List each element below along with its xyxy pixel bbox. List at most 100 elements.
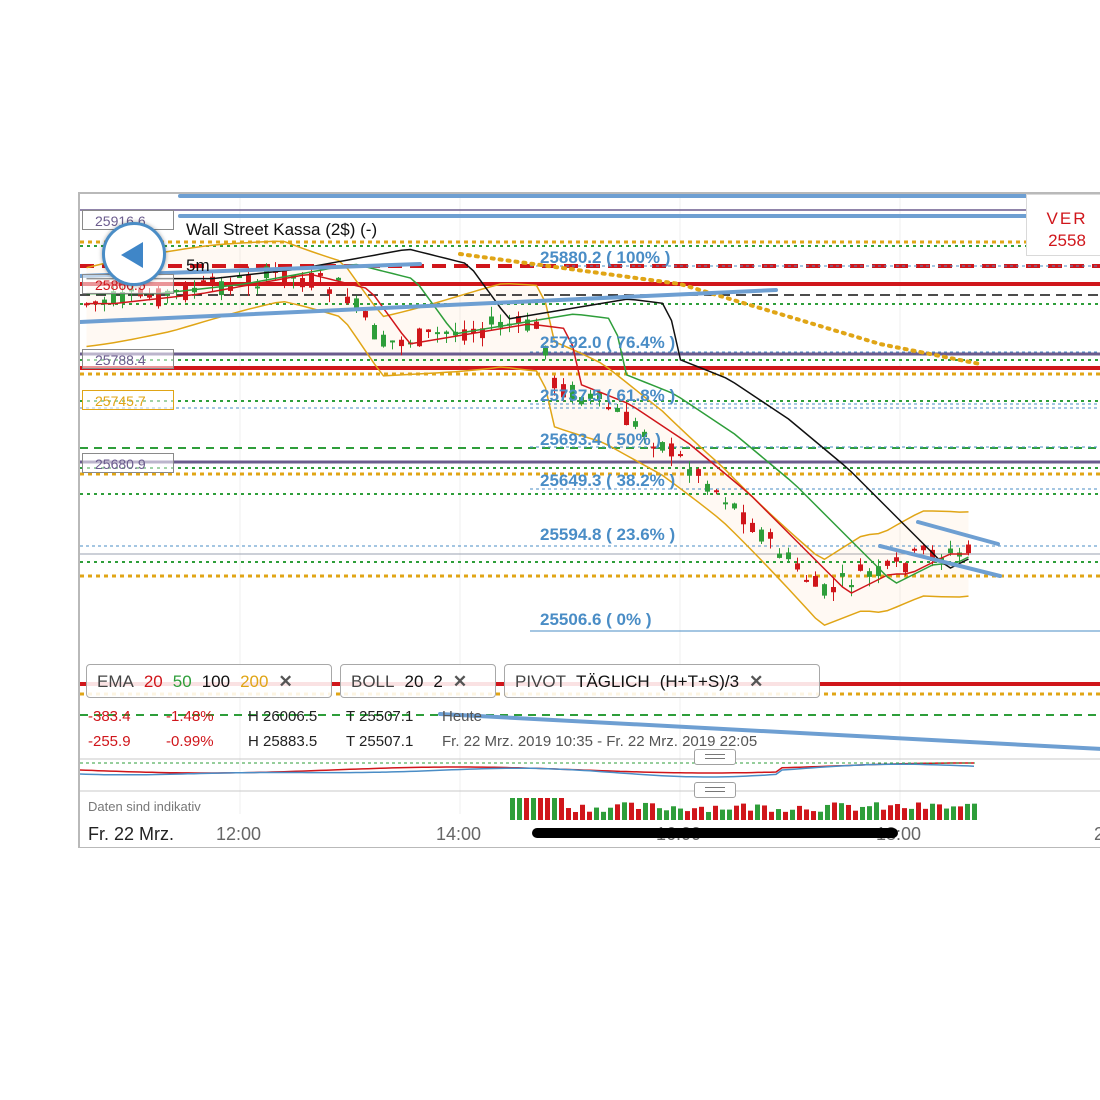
candle-body — [741, 512, 746, 524]
interval-label[interactable]: 5m — [186, 256, 210, 276]
volume-bar — [692, 808, 697, 820]
signal-line — [80, 764, 974, 777]
volume-bar — [790, 810, 795, 820]
pivot-mode: TÄGLICH — [576, 672, 650, 691]
volume-bar — [839, 803, 844, 820]
candle-body — [777, 554, 782, 558]
volume-bar — [888, 805, 893, 820]
volume-bar — [762, 805, 767, 820]
candle-body — [723, 502, 728, 504]
chart-frame[interactable]: 25916.6 25866.5 25788.4 25745.7 25680.9 … — [78, 192, 1100, 848]
candle-body — [849, 585, 854, 587]
fib-label-76: 25792.0 ( 76.4% ) — [540, 333, 675, 353]
ema-close-icon[interactable]: ✕ — [278, 672, 292, 691]
volume-bar — [580, 805, 585, 820]
candle-body — [201, 280, 206, 282]
volume-bar — [622, 802, 627, 820]
volume-bar — [713, 806, 718, 820]
fib-label-61: 25737.5 ( 61.8% ) — [540, 386, 675, 406]
volume-resize-handle[interactable] — [694, 782, 736, 798]
volume-bar — [902, 808, 907, 820]
back-button[interactable] — [102, 222, 166, 286]
candle-body — [381, 335, 386, 347]
volume-bar — [545, 798, 550, 820]
volume-bar — [671, 806, 676, 820]
pivot-formula: (H+T+S)/3 — [660, 672, 739, 691]
volume-bar — [594, 808, 599, 820]
volume-bar — [923, 809, 928, 820]
range-high: H 25883.5 — [248, 733, 317, 750]
volume-bar — [517, 798, 522, 820]
boll-indicator-pill[interactable]: BOLL202✕ — [340, 664, 496, 698]
x-tick-20: 2 — [1094, 824, 1100, 845]
home-indicator[interactable] — [532, 828, 898, 838]
pivot-close-icon[interactable]: ✕ — [749, 672, 763, 691]
candle-body — [426, 329, 431, 332]
candle-body — [795, 563, 800, 569]
oscillator-resize-handle[interactable] — [694, 749, 736, 765]
candle-body — [885, 561, 890, 566]
today-high: H 26006.5 — [248, 708, 317, 725]
candle-body — [858, 564, 863, 570]
candle-body — [822, 584, 827, 595]
candle-body — [363, 311, 368, 317]
ema-period-200: 200 — [240, 672, 268, 691]
volume-bar — [825, 805, 830, 820]
fib-label-38: 25649.3 ( 38.2% ) — [540, 471, 675, 491]
volume-bar — [909, 809, 914, 820]
candle-body — [327, 289, 332, 294]
boll-deviation: 2 — [433, 672, 442, 691]
volume-bar — [783, 812, 788, 820]
candle-body — [732, 503, 737, 508]
volume-bar — [706, 812, 711, 820]
ema-name: EMA — [97, 672, 134, 691]
volume-bar — [699, 807, 704, 820]
volume-bar — [601, 812, 606, 820]
price-box-line2: 2558 — [1027, 231, 1100, 251]
volume-bar — [538, 798, 543, 820]
range-period: Fr. 22 Mrz. 2019 10:35 - Fr. 22 Mrz. 201… — [442, 733, 757, 750]
ema-period-100: 100 — [202, 672, 230, 691]
price-box-line1: VER — [1027, 209, 1100, 229]
volume-bar — [657, 808, 662, 820]
volume-bar — [881, 810, 886, 820]
pivot-name: PIVOT — [515, 672, 566, 691]
boll-close-icon[interactable]: ✕ — [453, 672, 467, 691]
candle-body — [624, 412, 629, 425]
volume-bar — [608, 808, 613, 820]
candle-body — [255, 286, 260, 288]
volume-bar — [720, 810, 725, 820]
candle-body — [390, 340, 395, 342]
volume-bar — [818, 812, 823, 820]
volume-bar — [629, 803, 634, 820]
candle-body — [372, 325, 377, 339]
candle-body — [705, 484, 710, 492]
volume-bar — [587, 812, 592, 820]
bollinger-fill — [87, 241, 969, 625]
date-label: Fr. 22 Mrz. — [88, 824, 174, 845]
volume-bar — [636, 809, 641, 820]
volume-bar — [944, 809, 949, 820]
disclaimer: Daten sind indikativ — [88, 799, 201, 814]
candle-body — [615, 408, 620, 412]
candle-body — [633, 421, 638, 427]
candle-body — [318, 273, 323, 276]
today-low: T 25507.1 — [346, 708, 413, 725]
price-box: VER 2558 — [1026, 194, 1100, 256]
volume-bar — [573, 812, 578, 820]
candle-body — [948, 549, 953, 554]
volume-bar — [972, 804, 977, 820]
boll-period: 20 — [404, 672, 423, 691]
ema-indicator-pill[interactable]: EMA2050100200✕ — [86, 664, 332, 698]
volume-bar — [958, 806, 963, 820]
instrument-title: Wall Street Kassa (2$) (-) — [186, 220, 377, 240]
volume-bar — [524, 798, 529, 820]
volume-bar — [748, 811, 753, 820]
range-percent: -0.99% — [166, 733, 214, 750]
volume-bar — [559, 798, 564, 820]
candle-body — [894, 557, 899, 561]
volume-bar — [552, 798, 557, 820]
today-change: -383.4 — [88, 708, 131, 725]
x-tick-12: 12:00 — [216, 824, 261, 845]
pivot-indicator-pill[interactable]: PIVOT TÄGLICH (H+T+S)/3 ✕ — [504, 664, 820, 698]
